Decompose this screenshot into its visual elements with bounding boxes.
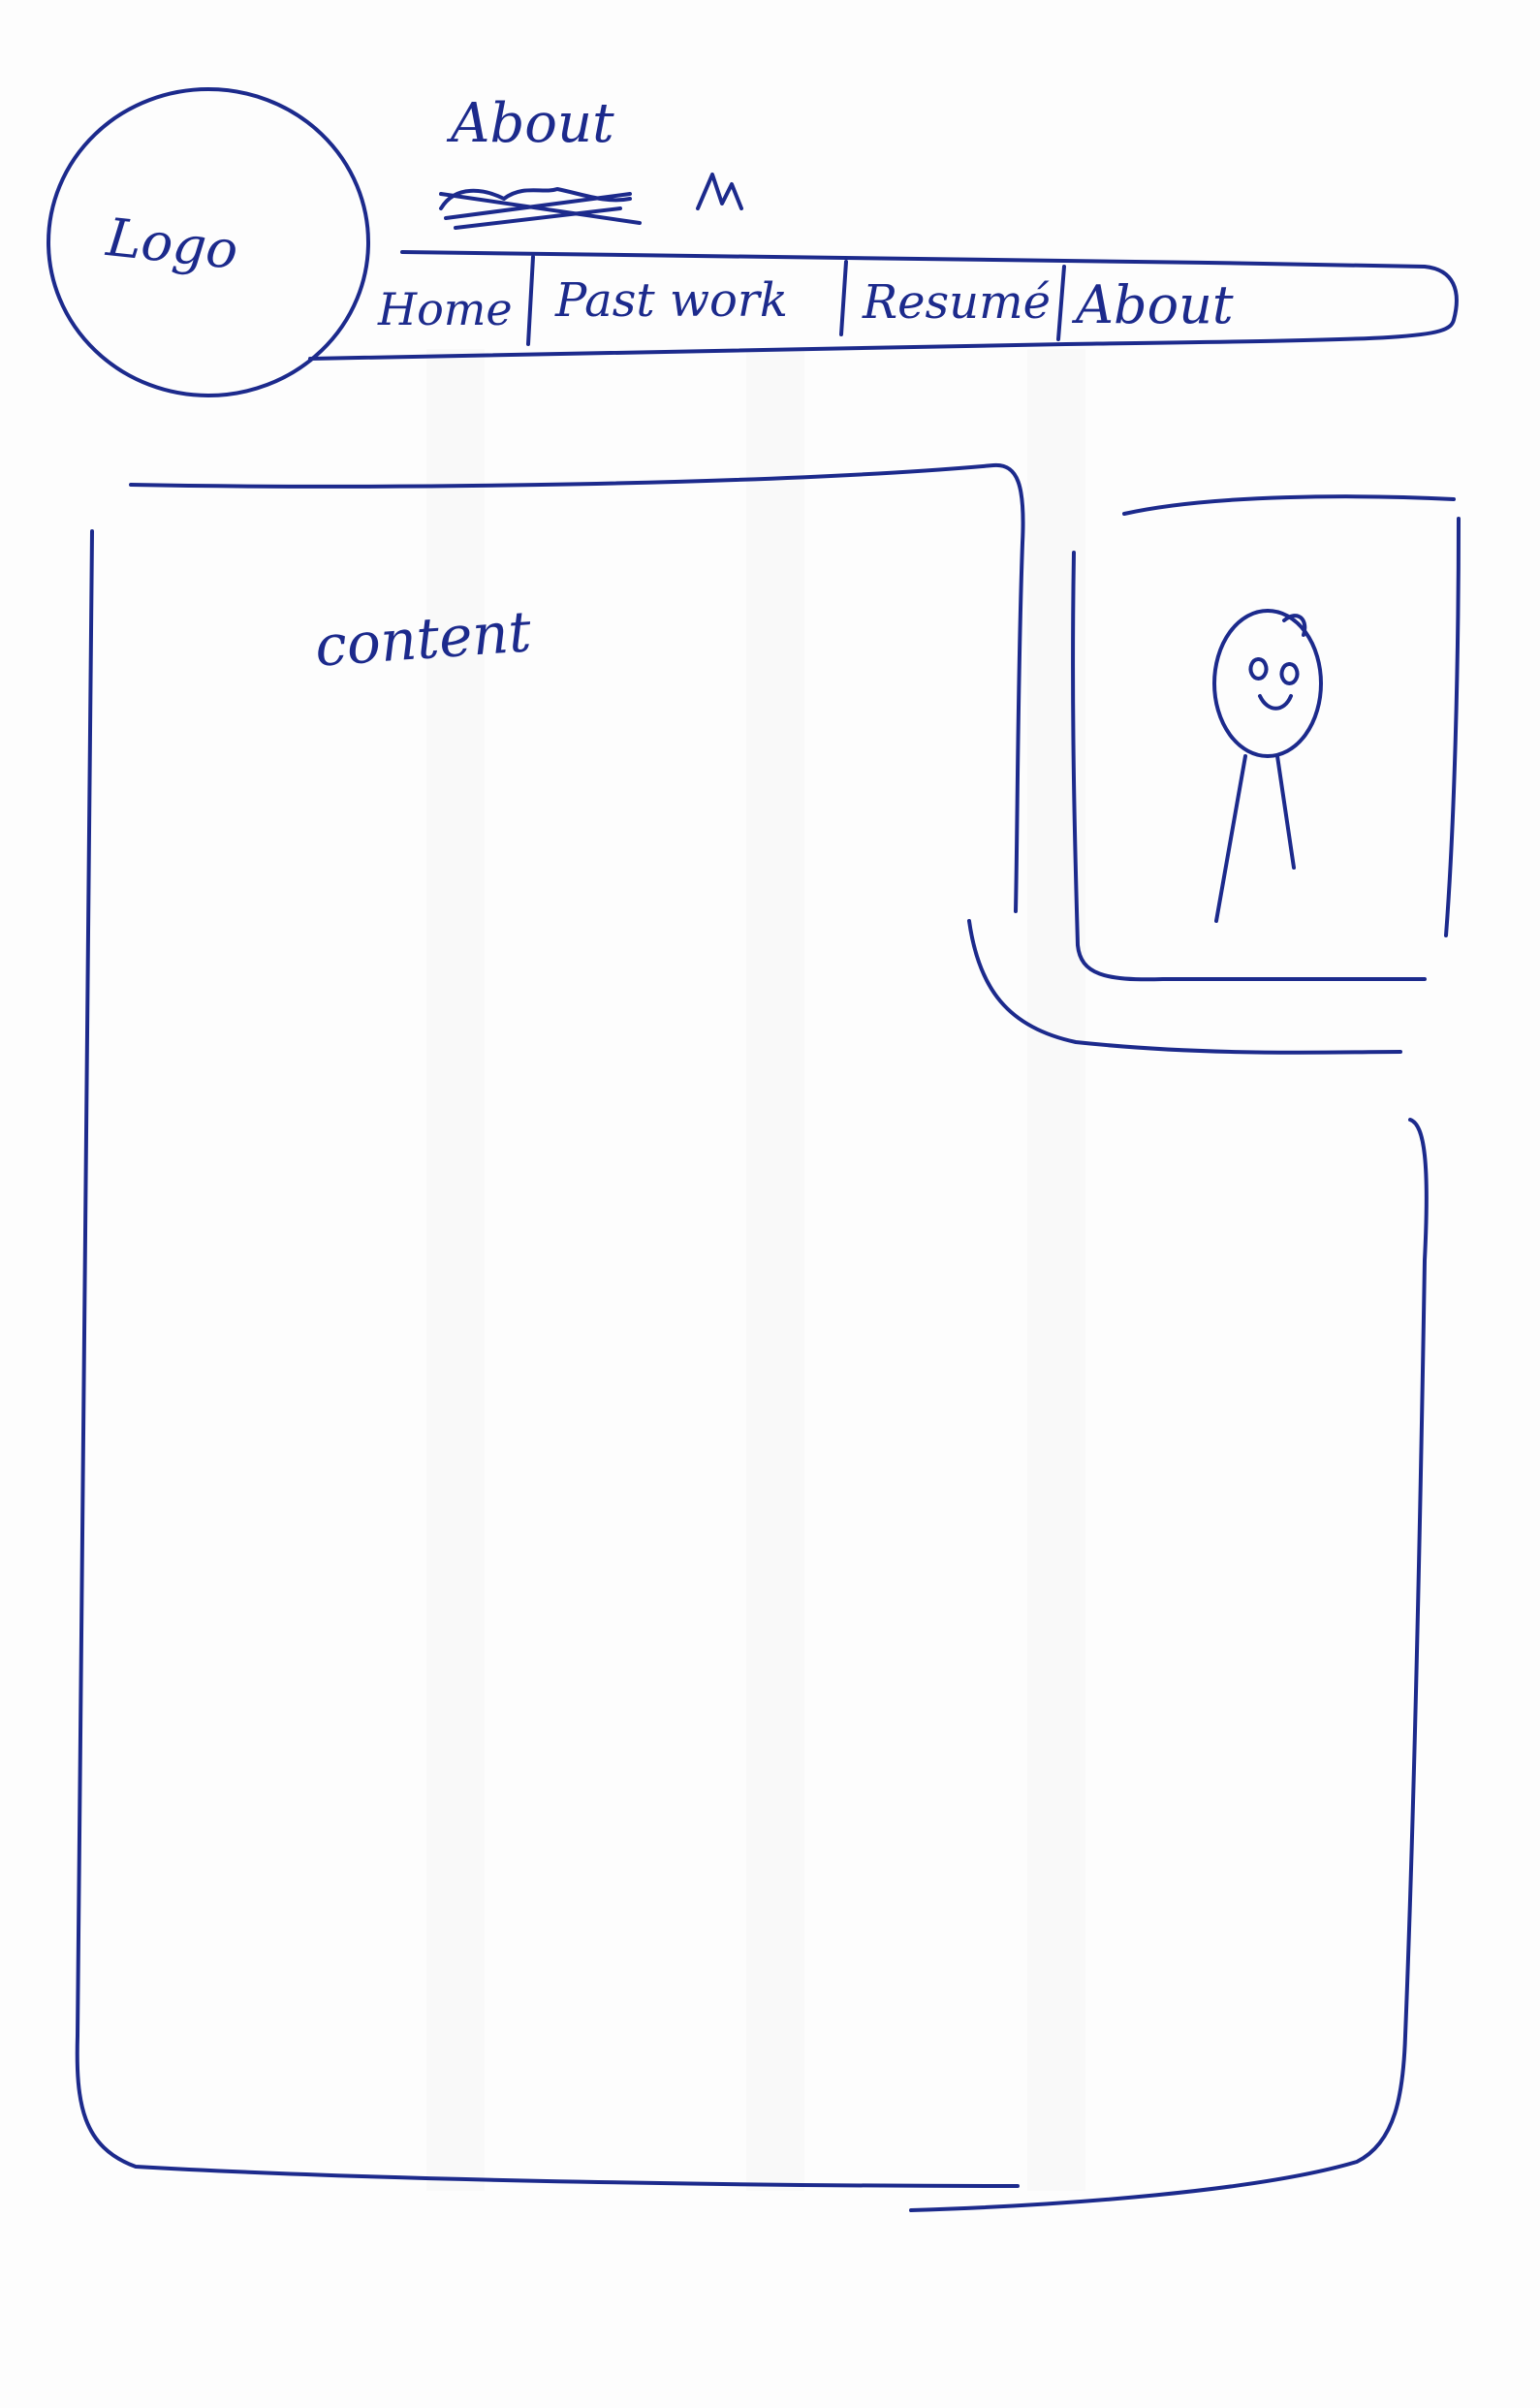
crossed-out-word — [439, 187, 642, 230]
content-wrap-curve — [967, 919, 1402, 1055]
scribble-mark — [696, 173, 743, 210]
sketch-sheet: Logo About Home Past work Resumé About c… — [0, 0, 1540, 2408]
stick-figure-eye — [1279, 662, 1300, 685]
nav-item-home[interactable]: Home — [378, 287, 513, 332]
header-annotation: About — [451, 92, 614, 155]
nav-separator — [526, 255, 535, 346]
logo-label[interactable]: Logo — [104, 206, 240, 281]
content-label: content — [312, 598, 534, 680]
stick-figure-leg — [1275, 754, 1296, 870]
nav-separator — [1056, 265, 1066, 341]
nav-separator — [839, 260, 848, 336]
sidebar-box-outline — [909, 1118, 1429, 2212]
nav-item-resume[interactable]: Resumé — [863, 279, 1051, 326]
sketch-lines — [47, 87, 1461, 2212]
image-frame-outline — [1071, 494, 1461, 982]
nav-item-about[interactable]: About — [1076, 279, 1234, 332]
stick-figure-leg — [1214, 754, 1247, 923]
nav-item-past-work[interactable]: Past work — [555, 277, 788, 324]
stick-figure-smile — [1258, 694, 1293, 711]
content-box-outline — [75, 462, 1025, 2188]
stick-figure-icon — [1212, 609, 1323, 923]
stick-figure-eye — [1248, 657, 1269, 681]
